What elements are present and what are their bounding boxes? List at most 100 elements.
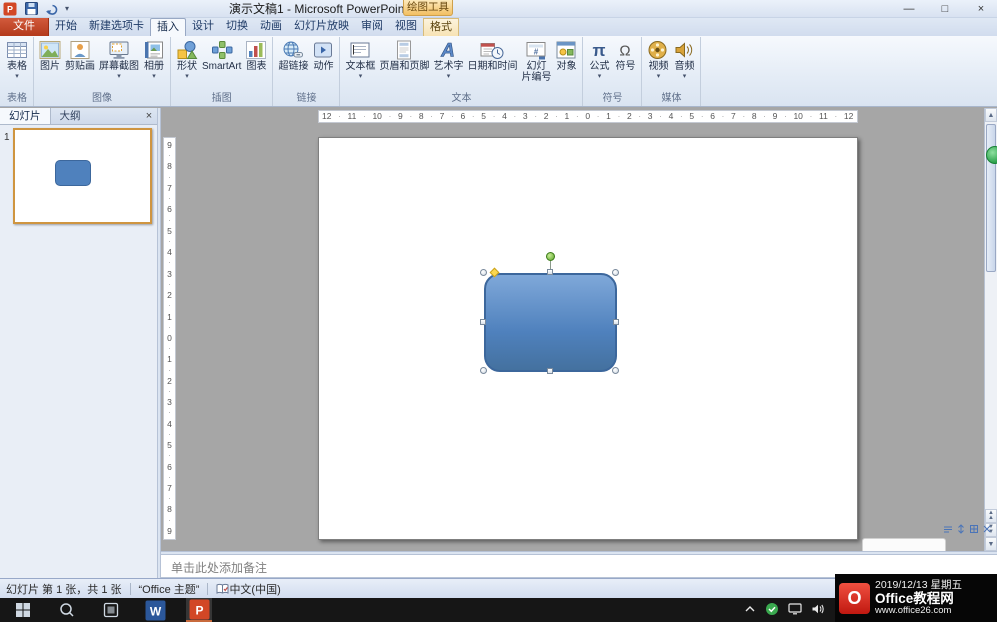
ribbon-group-表格: 表格▾表格 (1, 37, 34, 106)
tray-chevron-up-icon[interactable] (744, 603, 756, 617)
tab-view[interactable]: 视图 (389, 18, 423, 36)
tab-insert[interactable]: 插入 (150, 18, 186, 36)
ruler-number: 1 (167, 313, 172, 322)
floating-assistant-ball-icon[interactable] (986, 146, 997, 164)
button-object[interactable]: 对象 (553, 38, 579, 72)
tab-outline[interactable]: 大纲 (51, 108, 90, 124)
tab-home[interactable]: 开始 (49, 18, 83, 36)
resize-handle-bottom[interactable] (547, 368, 553, 374)
quick-access-toolbar: ▾ (23, 1, 69, 16)
qat-dropdown-caret-icon[interactable]: ▾ (65, 4, 69, 13)
vertical-scrollbar[interactable]: ▲ ▲▲ ▼▼ ▼ (984, 108, 997, 551)
powerpoint-window: P ▾ 演示文稿1 - Microsoft PowerPoint 绘图工具 — … (0, 0, 997, 622)
dropdown-caret-icon: ▾ (447, 73, 451, 81)
taskbar-word-button[interactable]: W (142, 598, 168, 622)
button-headerfooter[interactable]: 页眉和页脚 (377, 38, 431, 72)
horizontal-ruler[interactable]: 12·11·10·9·8·7·6·5·4·3·2·1·0·1·2·3·4·5·6… (318, 110, 858, 123)
title-bar: P ▾ 演示文稿1 - Microsoft PowerPoint 绘图工具 — … (0, 0, 997, 18)
tab-file[interactable]: 文件 (0, 18, 49, 36)
tab-slides-thumbnails[interactable]: 幻灯片 (0, 108, 51, 124)
button-datetime[interactable]: 日期和时间 (465, 38, 519, 72)
tray-volume-icon[interactable] (811, 603, 825, 618)
panel-splitter[interactable] (157, 108, 161, 578)
close-button[interactable]: × (971, 1, 991, 17)
ruler-number: 1 (565, 112, 570, 121)
button-label: 相册 (144, 61, 164, 72)
button-table[interactable]: 表格▾ (4, 38, 30, 81)
ruler-tick: · (514, 113, 517, 121)
button-hyperlink[interactable]: 超链接 (276, 38, 310, 72)
status-theme[interactable]: “Office 主题” (139, 581, 200, 597)
slidenumber-icon: # (525, 40, 547, 60)
tab-animations[interactable]: 动画 (254, 18, 288, 36)
resize-handle-right[interactable] (613, 319, 619, 325)
editing-canvas[interactable]: 12·11·10·9·8·7·6·5·4·3·2·1·0·1·2·3·4·5·6… (161, 108, 997, 551)
ruler-number: 7 (167, 484, 172, 493)
panel-close-icon[interactable]: × (141, 108, 157, 124)
taskbar-search-button[interactable] (54, 598, 80, 622)
slide-canvas[interactable] (318, 137, 858, 540)
powerpoint-icon: P (189, 599, 210, 620)
equation-icon: π (588, 40, 610, 60)
button-shapes[interactable]: 形状▾ (174, 38, 200, 81)
button-chart[interactable]: 图表 (243, 38, 269, 72)
ruler-number: 4 (167, 248, 172, 257)
taskbar-taskview-button[interactable] (98, 598, 124, 622)
taskbar-powerpoint-button[interactable]: P (186, 598, 212, 622)
button-wordart[interactable]: A艺术字▾ (431, 38, 465, 81)
resize-handle-left[interactable] (480, 319, 486, 325)
undo-button[interactable] (44, 1, 60, 16)
rounded-rectangle-shape[interactable] (484, 273, 617, 372)
button-album[interactable]: 相册▾ (141, 38, 167, 81)
button-action[interactable]: 动作 (310, 38, 336, 72)
group-label: 图像 (37, 88, 167, 106)
resize-handle-bottom-left[interactable] (480, 367, 487, 374)
button-equation[interactable]: π公式▾ (586, 38, 612, 81)
button-screenshot[interactable]: 屏幕截图▾ (97, 38, 141, 81)
mini-icon-lines[interactable] (943, 524, 953, 534)
minimize-button[interactable]: — (899, 1, 919, 17)
mini-icon-grid[interactable] (969, 524, 979, 534)
button-clipart[interactable]: 剪贴画 (63, 38, 97, 72)
button-picture[interactable]: 图片 (37, 38, 63, 72)
group-label: 链接 (276, 88, 336, 106)
rotate-handle[interactable] (546, 252, 555, 261)
powerpoint-app-icon[interactable]: P (3, 2, 17, 16)
status-language[interactable]: 中文(中国) (229, 581, 280, 597)
tab-slideshow[interactable]: 幻灯片放映 (288, 18, 355, 36)
mini-icon-arrows[interactable] (956, 524, 966, 534)
resize-handle-top-right[interactable] (612, 269, 619, 276)
button-video[interactable]: 视频▾ (645, 38, 671, 81)
tab-transitions[interactable]: 切换 (220, 18, 254, 36)
previous-slide-button[interactable]: ▲▲ (985, 509, 997, 523)
tab-review[interactable]: 审阅 (355, 18, 389, 36)
clipart-icon (69, 40, 91, 60)
tab-design[interactable]: 设计 (186, 18, 220, 36)
button-symbol[interactable]: Ω符号 (612, 38, 638, 72)
mini-icon-close[interactable] (982, 524, 992, 534)
resize-handle-bottom-right[interactable] (612, 367, 619, 374)
maximize-button[interactable]: □ (935, 1, 955, 17)
ruler-number: 1 (167, 355, 172, 364)
dropdown-caret-icon: ▾ (598, 73, 602, 81)
resize-handle-top[interactable] (547, 269, 553, 275)
ruler-tick: · (168, 367, 171, 375)
button-slidenumber[interactable]: #幻灯 片编号 (519, 38, 553, 83)
tab-new-tab[interactable]: 新建选项卡 (83, 18, 150, 36)
ribbon-group-链接: 超链接动作链接 (273, 37, 340, 106)
button-textbox[interactable]: 文本框▾ (343, 38, 377, 81)
scroll-down-icon[interactable]: ▼ (985, 537, 997, 551)
scroll-up-icon[interactable]: ▲ (985, 108, 997, 122)
tray-security-icon[interactable] (765, 602, 779, 619)
button-audio[interactable]: 音频▾ (671, 38, 697, 81)
tray-display-icon[interactable] (788, 603, 802, 618)
slides-panel: 幻灯片 大纲 × 1 (0, 108, 157, 578)
slide-thumbnail[interactable] (13, 128, 152, 224)
button-smartart[interactable]: SmartArt (200, 38, 243, 72)
vertical-ruler[interactable]: 9·8·7·6·5·4·3·2·1·0·1·2·3·4·5·6·7·8·9 (163, 137, 176, 540)
taskbar-start-button[interactable] (10, 598, 36, 622)
spellcheck-icon[interactable] (216, 583, 229, 595)
resize-handle-top-left[interactable] (480, 269, 487, 276)
tab-format[interactable]: 格式 (423, 18, 459, 36)
save-button[interactable] (23, 1, 39, 16)
